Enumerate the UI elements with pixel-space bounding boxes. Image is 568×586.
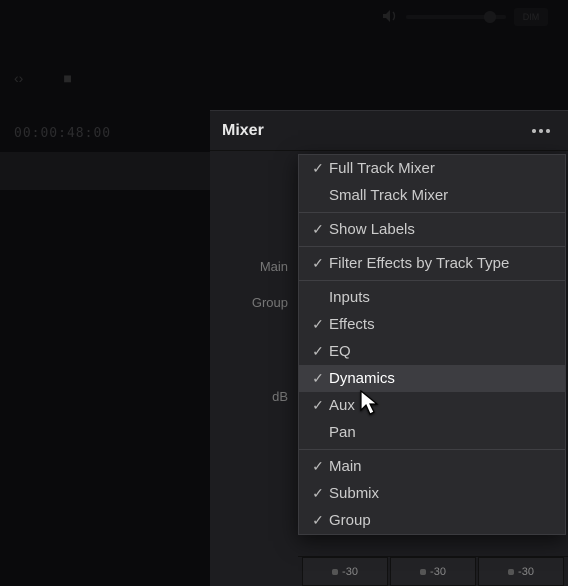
fader[interactable]: -30 bbox=[390, 557, 476, 586]
mixer-title: Mixer bbox=[222, 122, 264, 140]
menu-item-submix[interactable]: ✓Submix bbox=[299, 480, 565, 507]
menu-separator bbox=[299, 246, 565, 247]
fader[interactable]: -30 bbox=[478, 557, 564, 586]
menu-item-label: Dynamics bbox=[329, 370, 553, 387]
checkmark-icon: ✓ bbox=[307, 221, 329, 238]
menu-item-pan[interactable]: Pan bbox=[299, 419, 565, 446]
volume-icon bbox=[382, 9, 398, 26]
bg-controls: ‹› ■ bbox=[14, 70, 72, 86]
mixer-options-menu[interactable]: ✓Full Track MixerSmall Track Mixer✓Show … bbox=[298, 154, 566, 535]
label-db: dB bbox=[210, 379, 298, 415]
menu-item-label: Effects bbox=[329, 316, 553, 333]
menu-item-label: Small Track Mixer bbox=[329, 187, 553, 204]
fader-value: -30 bbox=[518, 566, 534, 578]
mixer-options-button[interactable] bbox=[526, 119, 556, 143]
menu-item-label: Full Track Mixer bbox=[329, 160, 553, 177]
track-strip bbox=[0, 152, 210, 190]
menu-separator bbox=[299, 280, 565, 281]
menu-item-label: Main bbox=[329, 458, 553, 475]
menu-item-small-track-mixer[interactable]: Small Track Mixer bbox=[299, 182, 565, 209]
checkmark-icon: ✓ bbox=[307, 370, 329, 387]
checkmark-icon: ✓ bbox=[307, 397, 329, 414]
label-group: Group bbox=[210, 285, 298, 321]
fader[interactable]: -30 bbox=[302, 557, 388, 586]
menu-item-label: Group bbox=[329, 512, 553, 529]
menu-item-main[interactable]: ✓Main bbox=[299, 453, 565, 480]
marker-icon: ■ bbox=[63, 70, 71, 86]
menu-item-label: Inputs bbox=[329, 289, 553, 306]
mixer-header: Mixer bbox=[210, 111, 568, 151]
menu-item-filter-effects-by-track-type[interactable]: ✓Filter Effects by Track Type bbox=[299, 250, 565, 277]
menu-item-full-track-mixer[interactable]: ✓Full Track Mixer bbox=[299, 155, 565, 182]
label-main: Main bbox=[210, 249, 298, 285]
menu-item-aux[interactable]: ✓Aux bbox=[299, 392, 565, 419]
bg-top-controls: DIM bbox=[382, 8, 548, 26]
menu-item-eq[interactable]: ✓EQ bbox=[299, 338, 565, 365]
menu-item-label: Aux bbox=[329, 397, 553, 414]
volume-slider[interactable] bbox=[406, 15, 506, 19]
fader-value: -30 bbox=[430, 566, 446, 578]
menu-item-label: Show Labels bbox=[329, 221, 553, 238]
menu-separator bbox=[299, 212, 565, 213]
checkmark-icon: ✓ bbox=[307, 512, 329, 529]
mixer-labels-column: Main Group dB bbox=[210, 151, 298, 586]
checkmark-icon: ✓ bbox=[307, 458, 329, 475]
menu-item-show-labels[interactable]: ✓Show Labels bbox=[299, 216, 565, 243]
menu-separator bbox=[299, 449, 565, 450]
checkmark-icon: ✓ bbox=[307, 316, 329, 333]
menu-item-label: Filter Effects by Track Type bbox=[329, 255, 553, 272]
menu-item-group[interactable]: ✓Group bbox=[299, 507, 565, 534]
checkmark-icon: ✓ bbox=[307, 160, 329, 177]
timecode-display: 00:00:48:00 bbox=[14, 126, 111, 141]
menu-item-label: Pan bbox=[329, 424, 553, 441]
ellipsis-icon bbox=[531, 128, 551, 134]
checkmark-icon: ✓ bbox=[307, 255, 329, 272]
fader-value: -30 bbox=[342, 566, 358, 578]
menu-item-dynamics[interactable]: ✓Dynamics bbox=[299, 365, 565, 392]
checkmark-icon: ✓ bbox=[307, 343, 329, 360]
dim-button[interactable]: DIM bbox=[514, 8, 548, 26]
menu-item-effects[interactable]: ✓Effects bbox=[299, 311, 565, 338]
chevron-left-icon: ‹› bbox=[14, 70, 23, 86]
fader-row: -30 -30 -30 bbox=[298, 556, 568, 586]
menu-item-label: EQ bbox=[329, 343, 553, 360]
menu-item-label: Submix bbox=[329, 485, 553, 502]
checkmark-icon: ✓ bbox=[307, 485, 329, 502]
menu-item-inputs[interactable]: Inputs bbox=[299, 284, 565, 311]
